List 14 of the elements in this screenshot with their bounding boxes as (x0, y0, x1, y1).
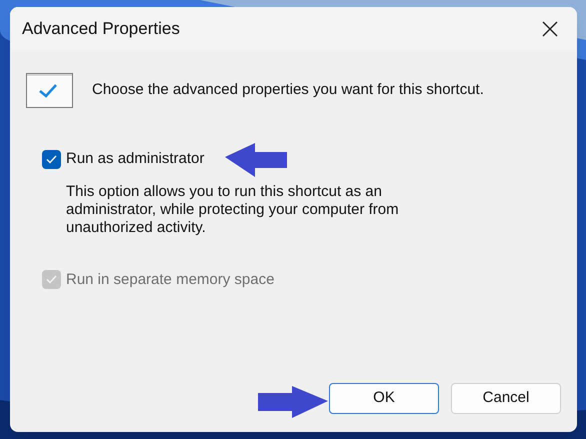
arrow-icon (258, 386, 328, 418)
arrow-icon (225, 143, 288, 177)
dialog-button[interactable]: Cancel (451, 383, 561, 414)
checkbox-label: Run as administrator (66, 149, 204, 169)
check-icon (46, 275, 57, 284)
window-title: Advanced Properties (22, 18, 180, 40)
option-description: This option allows you to run this shortcut as an administrator, while protecting your computer from unauthorized activity. (66, 182, 400, 236)
close-icon (542, 21, 558, 37)
dialog-button[interactable]: OK (329, 383, 439, 414)
checkbox[interactable] (42, 150, 61, 169)
check-icon (46, 154, 57, 164)
checkbox-label: Run in separate memory space (66, 270, 274, 290)
shortcut-properties-icon (26, 73, 73, 108)
prompt-text: Choose the advanced properties you want for this shortcut. (92, 80, 484, 100)
